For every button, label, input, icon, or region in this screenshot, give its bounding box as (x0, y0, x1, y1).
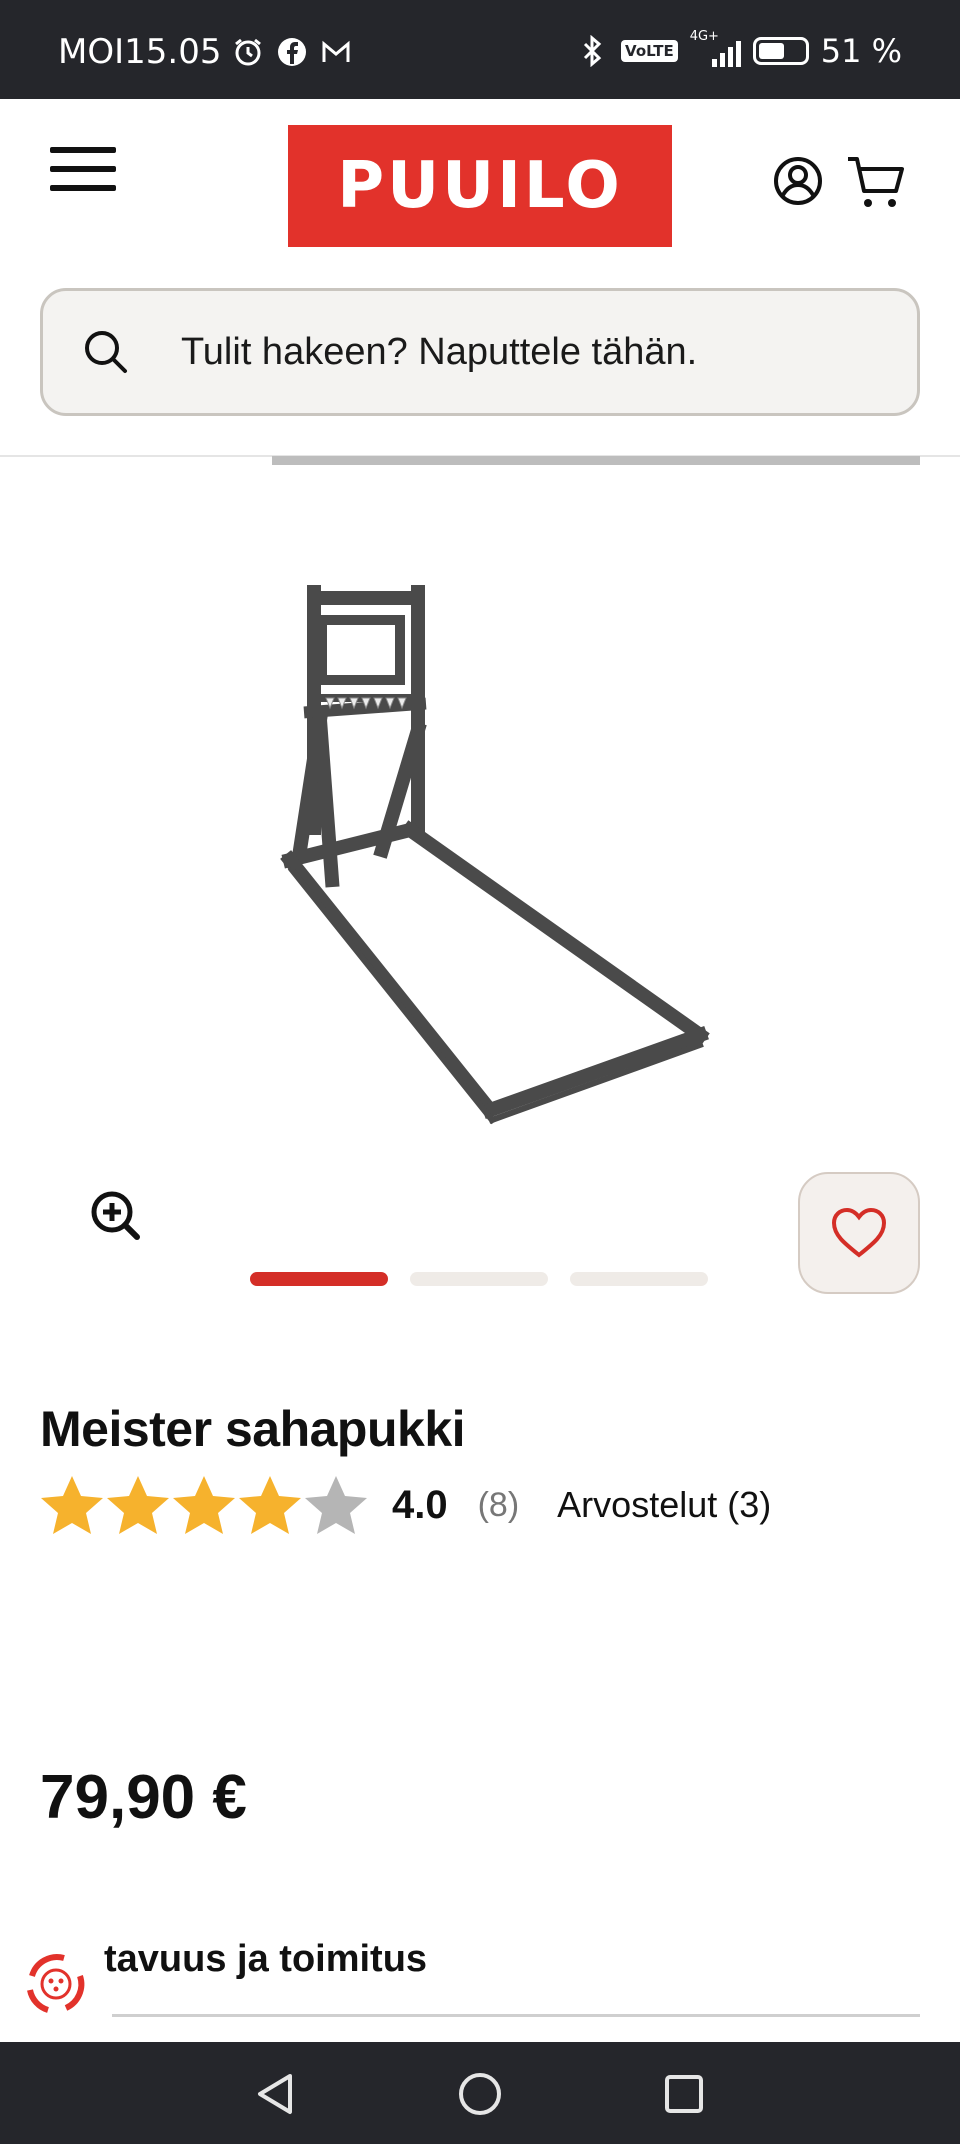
android-nav-bar (0, 2042, 960, 2144)
gallery-dot-1[interactable] (250, 1272, 388, 1286)
availability-label: tavuus ja toimitus (104, 1938, 428, 1980)
rating-value: 4.0 (392, 1482, 448, 1527)
product-title: Meister sahapukki (40, 1401, 466, 1457)
star-icon (107, 1476, 169, 1534)
reviews-link[interactable]: Arvostelut (3) (557, 1484, 771, 1526)
star-empty-icon (305, 1476, 367, 1534)
page-scroll-indicator (272, 456, 920, 465)
signal-icon: 4G+ (690, 29, 741, 67)
rating-stars (40, 1474, 368, 1536)
gallery-dot-3[interactable] (570, 1272, 708, 1286)
recents-icon[interactable] (660, 2070, 708, 2118)
facebook-icon (275, 35, 309, 69)
status-time: MOI15.05 (58, 32, 222, 72)
home-icon[interactable] (456, 2070, 504, 2118)
search-icon (85, 331, 127, 373)
product-image[interactable] (270, 580, 740, 1230)
bluetooth-icon (575, 34, 609, 68)
puuilo-logo[interactable]: PUUILO (288, 125, 672, 247)
star-icon (41, 1476, 103, 1534)
volte-icon: VoLTE (621, 40, 678, 62)
star-icon (239, 1476, 301, 1534)
search-input[interactable]: Tulit hakeen? Naputtele tähän. (40, 288, 920, 416)
favorite-button[interactable] (798, 1172, 920, 1294)
product-gallery[interactable] (0, 500, 960, 1300)
status-right: VoLTE 4G+ 51 % (575, 29, 902, 70)
product-price: 79,90 € (40, 1763, 247, 1832)
site-header: PUUILO (0, 99, 960, 274)
gallery-pagination (250, 1272, 708, 1286)
back-icon[interactable] (252, 2070, 300, 2118)
status-left: MOI15.05 (58, 32, 353, 72)
search-placeholder: Tulit hakeen? Naputtele tähän. (181, 330, 698, 373)
availability-section[interactable]: tavuus ja toimitus (0, 1930, 960, 2040)
availability-divider (112, 2014, 920, 2017)
alarm-icon (231, 35, 265, 69)
battery-icon (752, 37, 809, 65)
gmail-icon (319, 35, 353, 69)
network-type: 4G+ (689, 29, 719, 44)
zoom-icon[interactable] (88, 1188, 142, 1242)
product-rating[interactable]: 4.0 (8) Arvostelut (3) (40, 1474, 771, 1536)
gallery-dot-2[interactable] (410, 1272, 548, 1286)
rating-count: (8) (477, 1485, 520, 1524)
star-icon (173, 1476, 235, 1534)
hamburger-menu-icon[interactable] (50, 147, 116, 195)
chat-widget-icon[interactable] (18, 1946, 94, 2022)
cart-icon[interactable] (846, 153, 906, 211)
battery-percent: 51 % (820, 32, 902, 70)
heart-icon (831, 1207, 887, 1258)
status-bar: MOI15.05 VoLTE 4G+ 51 % (0, 0, 960, 99)
account-icon[interactable] (772, 155, 824, 207)
